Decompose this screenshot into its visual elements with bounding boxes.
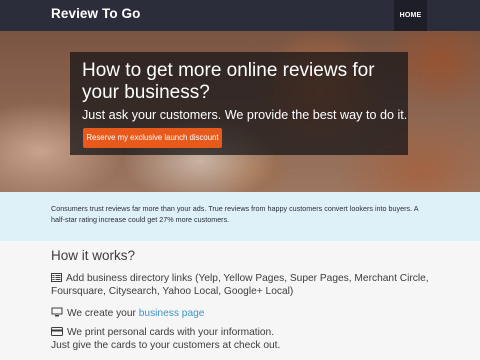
top-navbar: Review To Go HOME [0, 0, 480, 31]
step-text: We create your [67, 308, 136, 319]
list-icon [51, 273, 62, 286]
step-text-line-1: We print personal cards with your inform… [67, 327, 275, 338]
hero-banner: How to get more online reviews for your … [0, 31, 480, 192]
step-directory-links: Add business directory links (Yelp, Yell… [51, 273, 441, 298]
monitor-icon [51, 307, 63, 321]
hero-subtitle: Just ask your customers. We provide the … [82, 108, 408, 122]
info-band: Consumers trust reviews far more than yo… [0, 192, 480, 241]
step-print-cards: We print personal cards with your inform… [51, 327, 441, 352]
step-text: Add business directory links (Yelp, Yell… [51, 273, 429, 297]
how-it-works-section: How it works? Add business directory lin… [0, 241, 480, 360]
brand-logo-text[interactable]: Review To Go [51, 6, 140, 21]
credit-card-icon [51, 327, 63, 340]
section-title: How it works? [51, 248, 136, 263]
step-business-page: We create your business page [51, 307, 441, 321]
hero-title: How to get more online reviews for your … [82, 60, 375, 103]
nav-item-home[interactable]: HOME [394, 0, 427, 31]
hero-panel: How to get more online reviews for your … [70, 52, 408, 155]
reserve-discount-button[interactable]: Reserve my exclusive launch discount [83, 128, 222, 148]
info-text: Consumers trust reviews far more than yo… [51, 204, 419, 224]
step-text-line-2: Just give the cards to your customers at… [51, 340, 281, 351]
business-page-link[interactable]: business page [139, 308, 205, 319]
